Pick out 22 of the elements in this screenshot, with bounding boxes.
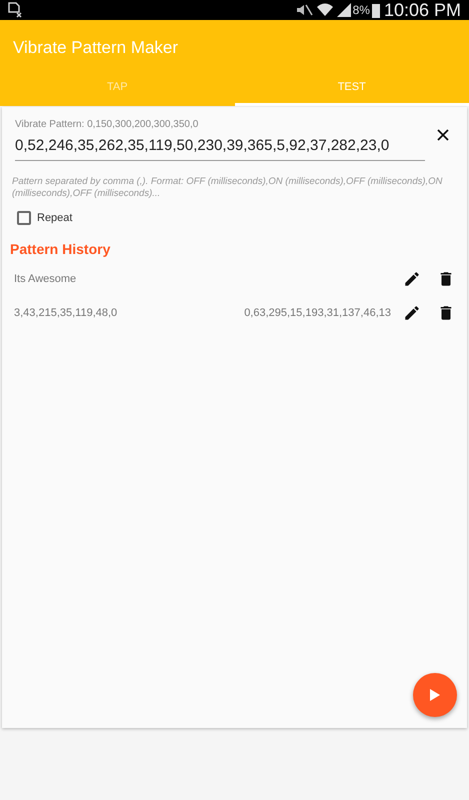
mute-icon: [294, 3, 313, 17]
pattern-text: 0,63,295,15,193,31,137,46,13: [244, 306, 391, 321]
sim-card-icon: [8, 2, 22, 18]
battery-icon: [372, 2, 380, 18]
battery-percent: 8%: [352, 2, 370, 19]
repeat-checkbox[interactable]: [17, 210, 31, 225]
pattern-text: Its Awesome: [14, 272, 76, 287]
pattern-field[interactable]: 0,52,246,35,262,35,119,50,230,39,365,5,92,37,282,23,0: [15, 135, 425, 160]
signal-icon: [336, 3, 351, 17]
play-button[interactable]: [413, 673, 457, 717]
edit-icon[interactable]: [403, 304, 421, 322]
helper-text: Pattern separated by comma (,). Format: OFF (milliseconds),ON (milliseconds),OFF (milliseconds),ON (milliseconds),OFF (milliseconds)...: [11, 176, 444, 200]
app-title: Vibrate Pattern Maker: [12, 37, 180, 59]
tab[interactable]: TAP: [0, 71, 234, 106]
field-label: Vibrate Pattern: 0,150,300,200,300,350,0: [15, 118, 200, 132]
repeat-label: Repeat: [37, 210, 72, 226]
wifi-icon: [316, 3, 333, 17]
play-icon: [430, 689, 440, 701]
clock: 10:06 PM: [384, 0, 461, 22]
section-title: Pattern History: [10, 240, 112, 259]
pattern-text: 3,43,215,35,119,48,0: [14, 306, 118, 321]
edit-icon[interactable]: [403, 270, 421, 288]
